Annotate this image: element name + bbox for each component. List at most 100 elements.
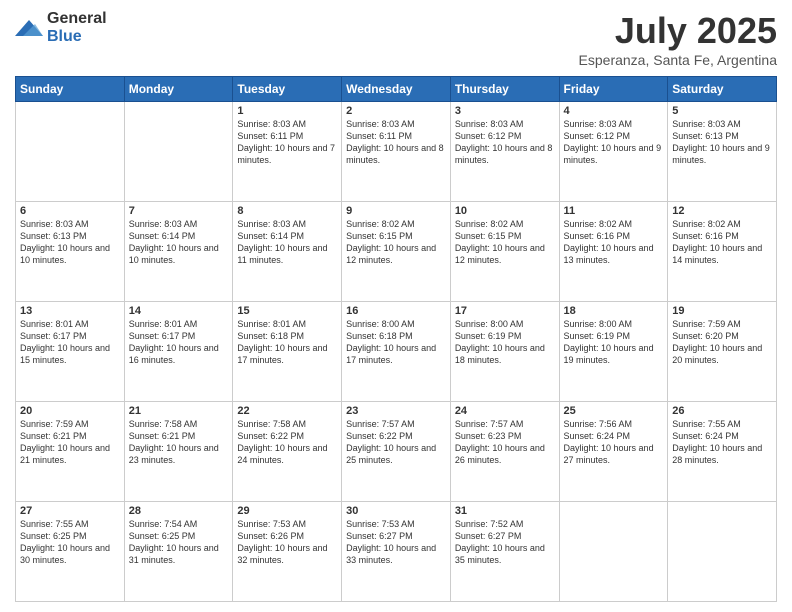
weekday-thursday: Thursday	[450, 77, 559, 102]
calendar-cell: 5Sunrise: 8:03 AM Sunset: 6:13 PM Daylig…	[668, 102, 777, 202]
day-number: 24	[455, 405, 555, 417]
day-number: 20	[20, 405, 120, 417]
calendar-cell: 29Sunrise: 7:53 AM Sunset: 6:26 PM Dayli…	[233, 502, 342, 602]
calendar-cell: 19Sunrise: 7:59 AM Sunset: 6:20 PM Dayli…	[668, 302, 777, 402]
day-info: Sunrise: 7:55 AM Sunset: 6:24 PM Dayligh…	[672, 418, 772, 467]
calendar-cell: 7Sunrise: 8:03 AM Sunset: 6:14 PM Daylig…	[124, 202, 233, 302]
calendar-cell: 28Sunrise: 7:54 AM Sunset: 6:25 PM Dayli…	[124, 502, 233, 602]
day-number: 8	[237, 205, 337, 217]
main-title: July 2025	[579, 10, 777, 52]
day-number: 1	[237, 105, 337, 117]
day-info: Sunrise: 7:57 AM Sunset: 6:23 PM Dayligh…	[455, 418, 555, 467]
day-number: 13	[20, 305, 120, 317]
calendar-cell: 24Sunrise: 7:57 AM Sunset: 6:23 PM Dayli…	[450, 402, 559, 502]
day-info: Sunrise: 8:03 AM Sunset: 6:13 PM Dayligh…	[20, 218, 120, 267]
calendar-cell: 21Sunrise: 7:58 AM Sunset: 6:21 PM Dayli…	[124, 402, 233, 502]
calendar-cell: 2Sunrise: 8:03 AM Sunset: 6:11 PM Daylig…	[342, 102, 451, 202]
day-info: Sunrise: 8:03 AM Sunset: 6:13 PM Dayligh…	[672, 118, 772, 167]
calendar-cell	[559, 502, 668, 602]
day-number: 29	[237, 505, 337, 517]
day-info: Sunrise: 7:58 AM Sunset: 6:21 PM Dayligh…	[129, 418, 229, 467]
day-info: Sunrise: 8:03 AM Sunset: 6:12 PM Dayligh…	[455, 118, 555, 167]
day-info: Sunrise: 8:00 AM Sunset: 6:18 PM Dayligh…	[346, 318, 446, 367]
calendar-cell: 13Sunrise: 8:01 AM Sunset: 6:17 PM Dayli…	[16, 302, 125, 402]
day-number: 26	[672, 405, 772, 417]
week-row-3: 13Sunrise: 8:01 AM Sunset: 6:17 PM Dayli…	[16, 302, 777, 402]
weekday-monday: Monday	[124, 77, 233, 102]
logo: General Blue	[15, 10, 107, 45]
day-number: 27	[20, 505, 120, 517]
title-block: July 2025 Esperanza, Santa Fe, Argentina	[579, 10, 777, 68]
calendar-cell: 17Sunrise: 8:00 AM Sunset: 6:19 PM Dayli…	[450, 302, 559, 402]
logo-general: General	[47, 10, 107, 28]
day-info: Sunrise: 8:02 AM Sunset: 6:15 PM Dayligh…	[346, 218, 446, 267]
calendar-cell: 6Sunrise: 8:03 AM Sunset: 6:13 PM Daylig…	[16, 202, 125, 302]
week-row-5: 27Sunrise: 7:55 AM Sunset: 6:25 PM Dayli…	[16, 502, 777, 602]
day-info: Sunrise: 8:00 AM Sunset: 6:19 PM Dayligh…	[564, 318, 664, 367]
day-number: 5	[672, 105, 772, 117]
day-info: Sunrise: 7:54 AM Sunset: 6:25 PM Dayligh…	[129, 518, 229, 567]
day-number: 12	[672, 205, 772, 217]
day-number: 17	[455, 305, 555, 317]
calendar-cell: 26Sunrise: 7:55 AM Sunset: 6:24 PM Dayli…	[668, 402, 777, 502]
day-info: Sunrise: 7:59 AM Sunset: 6:21 PM Dayligh…	[20, 418, 120, 467]
day-number: 18	[564, 305, 664, 317]
calendar-cell: 18Sunrise: 8:00 AM Sunset: 6:19 PM Dayli…	[559, 302, 668, 402]
day-info: Sunrise: 8:02 AM Sunset: 6:15 PM Dayligh…	[455, 218, 555, 267]
calendar-cell: 8Sunrise: 8:03 AM Sunset: 6:14 PM Daylig…	[233, 202, 342, 302]
day-number: 21	[129, 405, 229, 417]
day-number: 3	[455, 105, 555, 117]
calendar-cell: 30Sunrise: 7:53 AM Sunset: 6:27 PM Dayli…	[342, 502, 451, 602]
weekday-header-row: SundayMondayTuesdayWednesdayThursdayFrid…	[16, 77, 777, 102]
week-row-1: 1Sunrise: 8:03 AM Sunset: 6:11 PM Daylig…	[16, 102, 777, 202]
calendar-cell: 20Sunrise: 7:59 AM Sunset: 6:21 PM Dayli…	[16, 402, 125, 502]
weekday-saturday: Saturday	[668, 77, 777, 102]
calendar-cell: 4Sunrise: 8:03 AM Sunset: 6:12 PM Daylig…	[559, 102, 668, 202]
day-info: Sunrise: 8:01 AM Sunset: 6:17 PM Dayligh…	[20, 318, 120, 367]
calendar-cell: 1Sunrise: 8:03 AM Sunset: 6:11 PM Daylig…	[233, 102, 342, 202]
day-number: 2	[346, 105, 446, 117]
day-number: 4	[564, 105, 664, 117]
day-number: 16	[346, 305, 446, 317]
calendar-cell: 27Sunrise: 7:55 AM Sunset: 6:25 PM Dayli…	[16, 502, 125, 602]
day-info: Sunrise: 7:59 AM Sunset: 6:20 PM Dayligh…	[672, 318, 772, 367]
day-info: Sunrise: 8:03 AM Sunset: 6:11 PM Dayligh…	[346, 118, 446, 167]
day-number: 7	[129, 205, 229, 217]
calendar-cell: 16Sunrise: 8:00 AM Sunset: 6:18 PM Dayli…	[342, 302, 451, 402]
day-number: 23	[346, 405, 446, 417]
day-info: Sunrise: 7:53 AM Sunset: 6:27 PM Dayligh…	[346, 518, 446, 567]
page-header: General Blue July 2025 Esperanza, Santa …	[15, 10, 777, 68]
calendar-cell: 31Sunrise: 7:52 AM Sunset: 6:27 PM Dayli…	[450, 502, 559, 602]
day-info: Sunrise: 8:03 AM Sunset: 6:11 PM Dayligh…	[237, 118, 337, 167]
week-row-4: 20Sunrise: 7:59 AM Sunset: 6:21 PM Dayli…	[16, 402, 777, 502]
calendar-table: SundayMondayTuesdayWednesdayThursdayFrid…	[15, 76, 777, 602]
day-info: Sunrise: 7:52 AM Sunset: 6:27 PM Dayligh…	[455, 518, 555, 567]
logo-icon	[15, 16, 43, 40]
day-number: 9	[346, 205, 446, 217]
day-info: Sunrise: 7:58 AM Sunset: 6:22 PM Dayligh…	[237, 418, 337, 467]
calendar-cell: 3Sunrise: 8:03 AM Sunset: 6:12 PM Daylig…	[450, 102, 559, 202]
day-info: Sunrise: 8:03 AM Sunset: 6:14 PM Dayligh…	[237, 218, 337, 267]
calendar-cell: 14Sunrise: 8:01 AM Sunset: 6:17 PM Dayli…	[124, 302, 233, 402]
calendar-cell: 15Sunrise: 8:01 AM Sunset: 6:18 PM Dayli…	[233, 302, 342, 402]
calendar-cell: 23Sunrise: 7:57 AM Sunset: 6:22 PM Dayli…	[342, 402, 451, 502]
day-info: Sunrise: 8:00 AM Sunset: 6:19 PM Dayligh…	[455, 318, 555, 367]
day-info: Sunrise: 7:53 AM Sunset: 6:26 PM Dayligh…	[237, 518, 337, 567]
day-number: 30	[346, 505, 446, 517]
calendar-cell: 11Sunrise: 8:02 AM Sunset: 6:16 PM Dayli…	[559, 202, 668, 302]
weekday-sunday: Sunday	[16, 77, 125, 102]
calendar-cell: 22Sunrise: 7:58 AM Sunset: 6:22 PM Dayli…	[233, 402, 342, 502]
calendar-cell: 9Sunrise: 8:02 AM Sunset: 6:15 PM Daylig…	[342, 202, 451, 302]
day-number: 6	[20, 205, 120, 217]
weekday-friday: Friday	[559, 77, 668, 102]
day-info: Sunrise: 8:02 AM Sunset: 6:16 PM Dayligh…	[564, 218, 664, 267]
week-row-2: 6Sunrise: 8:03 AM Sunset: 6:13 PM Daylig…	[16, 202, 777, 302]
day-info: Sunrise: 7:57 AM Sunset: 6:22 PM Dayligh…	[346, 418, 446, 467]
day-number: 31	[455, 505, 555, 517]
day-info: Sunrise: 8:03 AM Sunset: 6:14 PM Dayligh…	[129, 218, 229, 267]
day-info: Sunrise: 8:02 AM Sunset: 6:16 PM Dayligh…	[672, 218, 772, 267]
calendar-cell	[668, 502, 777, 602]
day-number: 25	[564, 405, 664, 417]
subtitle: Esperanza, Santa Fe, Argentina	[579, 52, 777, 68]
day-number: 15	[237, 305, 337, 317]
